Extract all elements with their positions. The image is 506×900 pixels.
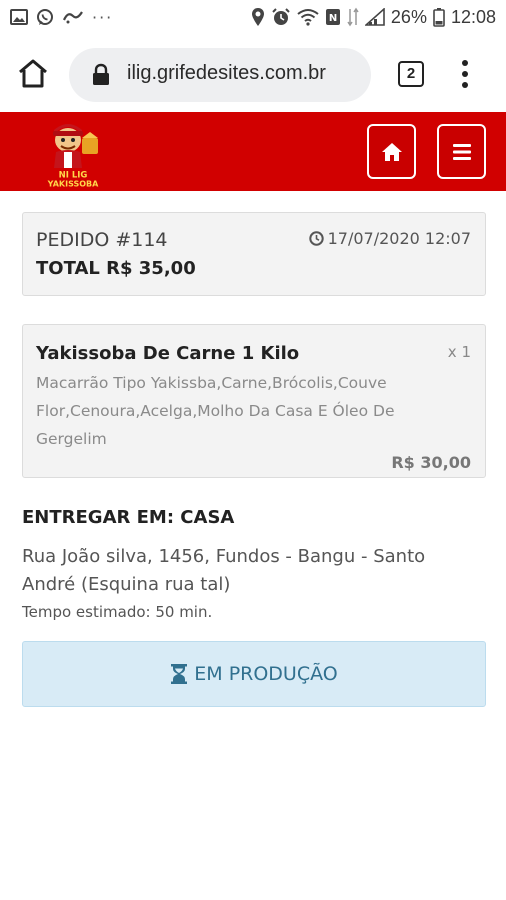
alarm-icon — [272, 8, 290, 25]
order-number: PEDIDO #114 — [36, 229, 168, 251]
hourglass-icon — [171, 664, 188, 684]
order-status-alert: EM PRODUÇÃO — [22, 641, 486, 707]
clock-time: 12:08 — [450, 6, 496, 27]
brand-logo[interactable]: NI LIG YAKISSOBA — [38, 118, 110, 190]
tab-switcher-button[interactable]: 2 — [398, 61, 424, 87]
site-header: NI LIG YAKISSOBA — [0, 112, 506, 191]
order-item-card: Yakissoba De Carne 1 Kilo x 1 Macarrão T… — [22, 324, 486, 478]
item-price: R$ 30,00 — [391, 453, 471, 472]
menu-button[interactable] — [437, 124, 486, 179]
home-icon — [382, 143, 402, 161]
browser-toolbar: ilig.grifedesites.com.br 2 — [0, 34, 506, 112]
data-icon — [347, 7, 359, 27]
url-bar[interactable]: ilig.grifedesites.com.br — [69, 48, 371, 102]
order-summary-card: PEDIDO #114 TOTAL R$ 35,00 17/07/2020 12… — [22, 212, 486, 296]
item-name: Yakissoba De Carne 1 Kilo — [36, 343, 300, 364]
order-datetime-group: 17/07/2020 12:07 — [308, 229, 471, 248]
delivery-title: ENTREGAR EM: CASA — [22, 507, 235, 528]
item-quantity: x 1 — [447, 343, 471, 361]
item-description: Macarrão Tipo Yakissba,Carne,Brócolis,Co… — [36, 374, 395, 448]
hamburger-menu-icon — [453, 144, 471, 160]
home-icon[interactable] — [16, 57, 50, 91]
clock-icon — [308, 231, 324, 246]
nfc-icon: N — [325, 9, 340, 25]
app-icon — [62, 11, 83, 24]
url-text: ilig.grifedesites.com.br — [127, 62, 326, 84]
location-icon — [251, 8, 264, 26]
status-bar: ··· N 26% 12:08 — [0, 0, 506, 34]
more-dots-icon: ··· — [92, 7, 114, 27]
lock-icon — [93, 63, 109, 85]
wifi-icon — [297, 9, 319, 26]
delivery-estimated-time: Tempo estimado: 50 min. — [22, 603, 213, 621]
home-button[interactable] — [367, 124, 416, 179]
delivery-address: Rua João silva, 1456, Fundos - Bangu - S… — [22, 546, 426, 595]
image-icon — [10, 9, 28, 25]
svg-text:N: N — [329, 13, 337, 24]
order-status-label: EM PRODUÇÃO — [194, 663, 338, 685]
more-vert-icon[interactable] — [454, 58, 476, 90]
svg-text:YAKISSOBA: YAKISSOBA — [47, 180, 99, 189]
signal-icon — [364, 8, 385, 26]
whatsapp-icon — [37, 9, 53, 25]
order-datetime: 17/07/2020 12:07 — [327, 229, 471, 248]
battery-icon — [433, 8, 445, 27]
battery-percent: 26% — [390, 6, 427, 27]
order-total: TOTAL R$ 35,00 — [36, 258, 196, 279]
